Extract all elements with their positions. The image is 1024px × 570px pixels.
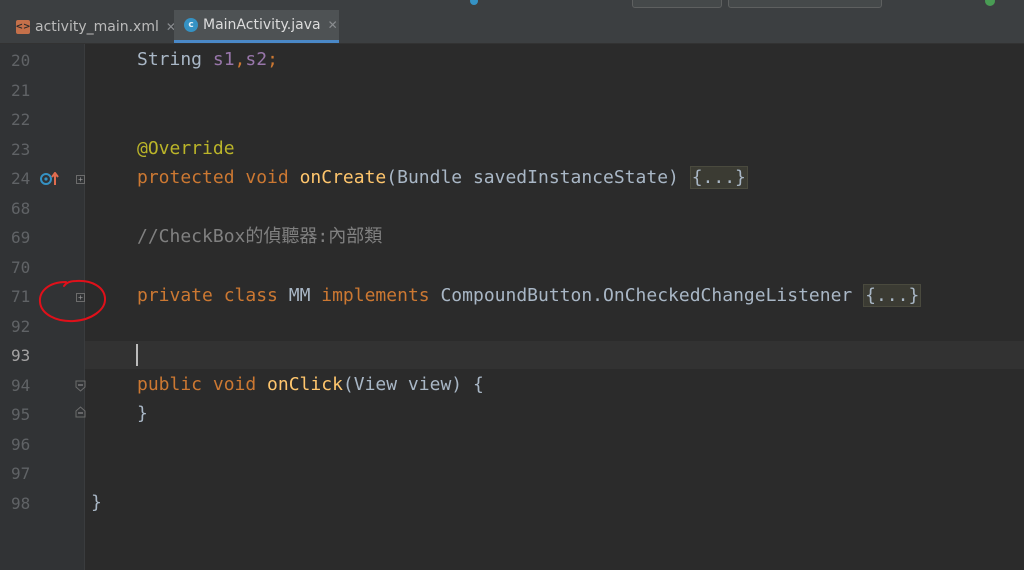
code-token: (Bundle savedInstanceState)	[386, 167, 690, 188]
tab-label: activity_main.xml	[35, 18, 159, 35]
line-number: 23	[11, 140, 31, 159]
device-dropdown[interactable]	[728, 0, 882, 8]
line-number: 94	[11, 376, 31, 395]
code-token: s1	[212, 49, 235, 70]
code-token: void	[212, 374, 268, 395]
code-line-23[interactable]: @Override	[137, 138, 235, 160]
code-line-24[interactable]: protected void onCreate(Bundle savedInst…	[137, 166, 748, 189]
line-number: 22	[11, 110, 31, 129]
line-number-current: 93	[11, 346, 31, 365]
run-config-dropdown[interactable]	[632, 0, 722, 8]
code-token: s2	[245, 49, 268, 70]
code-token: ,	[234, 49, 246, 70]
java-class-icon: c	[184, 18, 198, 32]
code-token: MM	[288, 285, 322, 306]
folded-block[interactable]: {...}	[863, 284, 922, 307]
current-line-highlight	[85, 341, 1024, 369]
code-token: void	[245, 167, 300, 188]
code-token: CompoundButton.OnCheckedChangeListener	[440, 285, 864, 306]
line-number: 68	[11, 199, 31, 218]
code-token: private	[137, 285, 224, 306]
code-editor[interactable]: String s1,s2; @Override protected void o…	[85, 44, 1024, 570]
code-token: class	[223, 285, 289, 306]
line-number: 69	[11, 228, 31, 247]
fold-expand-icon[interactable]: +	[76, 175, 85, 184]
line-number: 98	[11, 494, 31, 513]
tab-main-activity-java[interactable]: c MainActivity.java ✕	[174, 10, 339, 43]
line-number: 97	[11, 464, 31, 483]
close-icon[interactable]: ✕	[328, 18, 338, 32]
line-number: 96	[11, 435, 31, 454]
code-line-71[interactable]: private class MM implements CompoundButt…	[137, 284, 922, 307]
text-caret	[136, 344, 138, 366]
code-token: public	[137, 374, 213, 395]
code-line-69[interactable]: //CheckBox的偵聽器:內部類	[137, 226, 382, 248]
override-method-icon[interactable]	[40, 172, 62, 186]
tab-activity-main-xml[interactable]: <> activity_main.xml ✕	[0, 10, 175, 43]
code-token: implements	[321, 285, 441, 306]
line-number: 95	[11, 405, 31, 424]
class-icon	[470, 0, 478, 5]
code-token: ;	[267, 49, 278, 70]
code-line-94[interactable]: public void onClick(View view) {	[137, 374, 484, 396]
code-line-95[interactable]: }	[137, 403, 148, 425]
code-token: String	[137, 49, 213, 70]
code-line-98[interactable]: }	[91, 492, 102, 514]
line-number: 70	[11, 258, 31, 277]
tab-label: MainActivity.java	[203, 17, 321, 33]
folded-block[interactable]: {...}	[689, 166, 748, 189]
code-token: onCreate	[299, 167, 387, 188]
code-token: protected	[137, 167, 246, 188]
code-token: (View view) {	[342, 374, 484, 395]
line-number-gutter[interactable]: 20 21 22 23 24 68 69 70 71 92 93 94 95 9…	[0, 44, 106, 570]
code-token: onClick	[267, 374, 343, 395]
editor-tab-bar: <> activity_main.xml ✕ c MainActivity.ja…	[0, 10, 1024, 44]
line-number: 20	[11, 51, 31, 70]
line-number: 21	[11, 81, 31, 100]
code-line-20[interactable]: String s1,s2;	[137, 49, 278, 71]
xml-file-icon: <>	[15, 19, 31, 34]
status-icon[interactable]	[985, 0, 995, 6]
